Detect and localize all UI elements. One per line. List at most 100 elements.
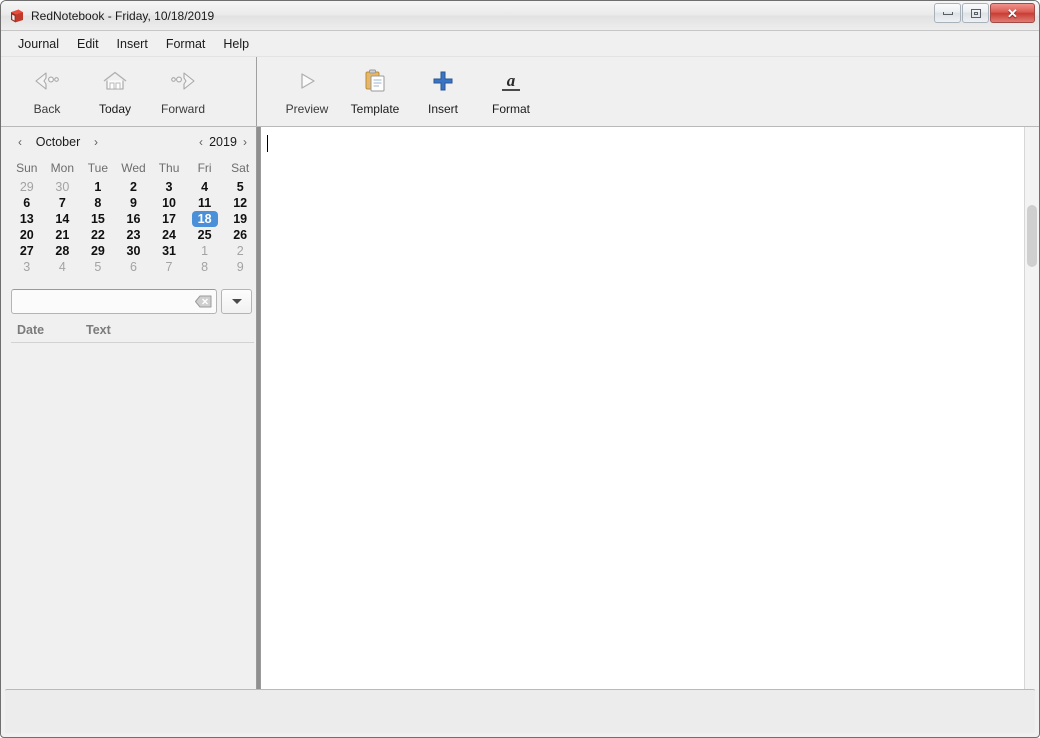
home-icon: [101, 67, 129, 95]
calendar-day[interactable]: 7: [151, 259, 187, 275]
calendar-day[interactable]: 11: [187, 195, 223, 211]
calendar-day[interactable]: 9: [116, 195, 152, 211]
calendar-day[interactable]: 20: [9, 227, 45, 243]
calendar-day[interactable]: 28: [45, 243, 81, 259]
calendar-day[interactable]: 15: [80, 211, 116, 227]
preview-button[interactable]: Preview: [273, 64, 341, 116]
back-button[interactable]: Back: [13, 64, 81, 116]
previous-year-button[interactable]: ‹: [194, 136, 208, 148]
calendar-day[interactable]: 12: [222, 195, 258, 211]
calendar-day[interactable]: 1: [80, 179, 116, 195]
weekday-wed: Wed: [121, 161, 146, 175]
text-cursor: [267, 135, 268, 152]
calendar-day[interactable]: 7: [45, 195, 81, 211]
template-button-label: Template: [350, 102, 400, 116]
forward-button[interactable]: Forward: [149, 64, 217, 116]
calendar-day[interactable]: 25: [187, 227, 223, 243]
search-results-body: [11, 343, 254, 689]
close-button[interactable]: ✕: [990, 3, 1035, 23]
status-bar: [5, 689, 1035, 733]
chevron-down-icon: [231, 299, 242, 304]
plus-icon: [431, 67, 455, 95]
editor-pane: [261, 127, 1039, 689]
insert-button-label: Insert: [427, 102, 458, 116]
editor-vertical-scrollbar[interactable]: [1024, 127, 1039, 689]
today-button[interactable]: Today: [81, 64, 149, 116]
calendar-day[interactable]: 13: [9, 211, 45, 227]
clipboard-icon: [362, 67, 388, 95]
red-notebook-icon: [9, 8, 25, 24]
format-button[interactable]: a Format: [477, 64, 545, 116]
menu-item-format[interactable]: Format: [157, 34, 215, 54]
next-month-button[interactable]: ›: [89, 136, 103, 148]
calendar-week-row: 13 14 15 16 17 18 19: [9, 211, 258, 227]
search-input[interactable]: [18, 294, 195, 309]
calendar-day[interactable]: 31: [151, 243, 187, 259]
calendar-day[interactable]: 3: [9, 259, 45, 275]
template-button[interactable]: Template: [341, 64, 409, 116]
window-title: RedNotebook - Friday, 10/18/2019: [31, 8, 215, 23]
minimize-icon: [942, 11, 953, 15]
next-year-button[interactable]: ›: [238, 136, 252, 148]
calendar-day[interactable]: 6: [116, 259, 152, 275]
weekday-tue: Tue: [87, 161, 109, 175]
column-header-text[interactable]: Text: [79, 323, 111, 337]
restore-button[interactable]: [962, 3, 989, 23]
calendar-day[interactable]: 29: [80, 243, 116, 259]
calendar-day[interactable]: 8: [80, 195, 116, 211]
search-options-dropdown-button[interactable]: [221, 289, 252, 314]
menu-item-insert[interactable]: Insert: [108, 34, 157, 54]
calendar-day[interactable]: 3: [151, 179, 187, 195]
calendar-day[interactable]: 2: [222, 243, 258, 259]
calendar-day[interactable]: 19: [222, 211, 258, 227]
calendar-week-row: 27 28 29 30 31 1 2: [9, 243, 258, 259]
title-bar: RedNotebook - Friday, 10/18/2019 ✕: [1, 1, 1039, 31]
calendar-day[interactable]: 9: [222, 259, 258, 275]
calendar-day[interactable]: 4: [187, 179, 223, 195]
clear-backspace-icon[interactable]: [195, 295, 212, 309]
svg-text:a: a: [507, 71, 516, 90]
previous-month-button[interactable]: ‹: [13, 136, 27, 148]
calendar-day[interactable]: 14: [45, 211, 81, 227]
calendar-grid: Sun Mon Tue Wed Thu Fri Sat 29 30 1 2 3 …: [9, 159, 258, 275]
calendar-week-row: 6 7 8 9 10 11 12: [9, 195, 258, 211]
calendar-day[interactable]: 2: [116, 179, 152, 195]
journal-text-editor[interactable]: [261, 127, 1024, 689]
calendar-header: ‹ October › ‹ 2019 ›: [9, 129, 256, 154]
calendar-day[interactable]: 5: [222, 179, 258, 195]
column-header-date[interactable]: Date: [11, 323, 79, 337]
calendar-day[interactable]: 30: [45, 179, 81, 195]
calendar-day[interactable]: 10: [151, 195, 187, 211]
search-box[interactable]: [11, 289, 217, 314]
calendar-day[interactable]: 29: [9, 179, 45, 195]
minimize-button[interactable]: [934, 3, 961, 23]
calendar-day[interactable]: 21: [45, 227, 81, 243]
preview-button-label: Preview: [285, 102, 329, 116]
calendar-day[interactable]: 1: [187, 243, 223, 259]
menu-item-journal[interactable]: Journal: [9, 34, 68, 54]
calendar-day[interactable]: 27: [9, 243, 45, 259]
insert-button[interactable]: Insert: [409, 64, 477, 116]
weekday-mon: Mon: [50, 161, 75, 175]
calendar-day[interactable]: 30: [116, 243, 152, 259]
calendar-day[interactable]: 17: [151, 211, 187, 227]
back-arrow-icon: [32, 67, 62, 95]
calendar-day[interactable]: 16: [116, 211, 152, 227]
calendar-day[interactable]: 5: [80, 259, 116, 275]
toolbar-actions-group: Preview Template Insert a Format: [257, 57, 545, 126]
calendar-day[interactable]: 22: [80, 227, 116, 243]
calendar-day[interactable]: 6: [9, 195, 45, 211]
calendar-week-row: 20 21 22 23 24 25 26: [9, 227, 258, 243]
menu-item-edit[interactable]: Edit: [68, 34, 108, 54]
forward-arrow-icon: [168, 67, 198, 95]
menu-item-help[interactable]: Help: [214, 34, 258, 54]
calendar-day[interactable]: 8: [187, 259, 223, 275]
calendar-day[interactable]: 4: [45, 259, 81, 275]
calendar-day[interactable]: 23: [116, 227, 152, 243]
weekday-sat: Sat: [231, 161, 250, 175]
calendar-day[interactable]: 26: [222, 227, 258, 243]
restore-icon: [970, 8, 981, 18]
calendar-day-selected[interactable]: 18: [187, 211, 223, 227]
scrollbar-thumb[interactable]: [1027, 205, 1037, 267]
calendar-day[interactable]: 24: [151, 227, 187, 243]
